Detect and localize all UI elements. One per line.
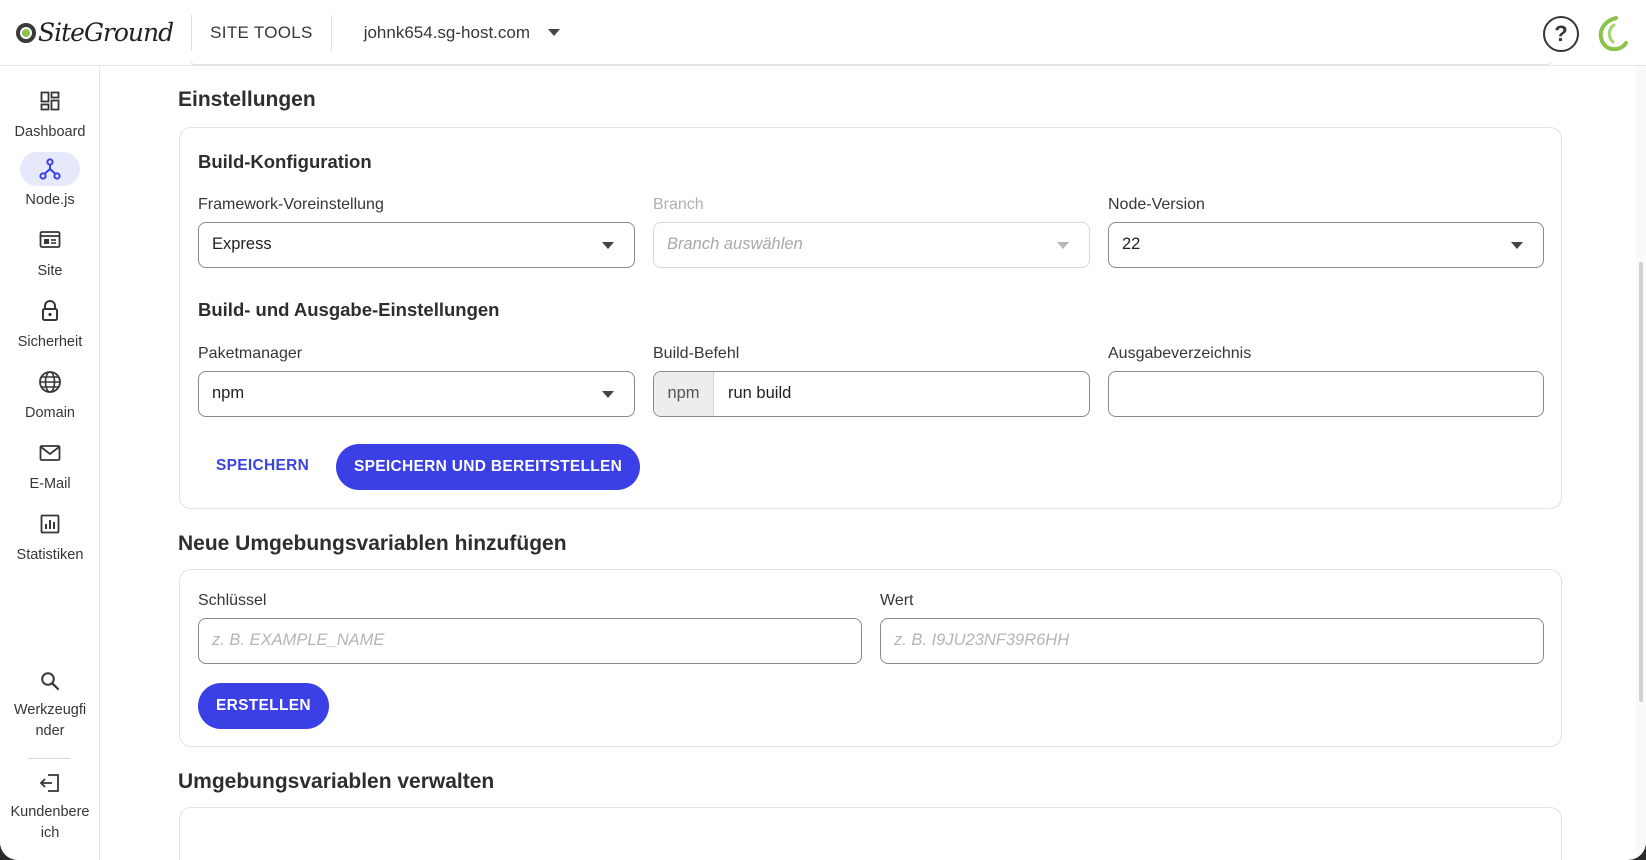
package-manager-label: Paketmanager	[198, 345, 303, 362]
save-and-deploy-button[interactable]: SPEICHERN UND BEREITSTELLEN	[336, 444, 641, 490]
exit-icon	[39, 774, 59, 792]
site-tools-label: SITE TOOLS	[192, 14, 332, 51]
build-command-input[interactable]: npm run build	[653, 371, 1090, 417]
build-command-prefix: npm	[654, 372, 714, 416]
sidebar-item-domain[interactable]: Domain	[0, 365, 100, 424]
lock-icon	[42, 300, 58, 321]
sidebar-item-label: E-Mail	[29, 476, 71, 492]
sidebar-item-dashboard[interactable]: Dashboard	[0, 84, 100, 143]
sidebar-item-label: Werkzeugfi nder	[13, 702, 87, 739]
brand-swirl-icon[interactable]	[1594, 15, 1630, 53]
env-add-title: Neue Umgebungsvariablen hinzufügen	[178, 532, 567, 555]
branch-label: Branch	[653, 196, 704, 213]
sidebar-item-email[interactable]: E-Mail	[0, 436, 100, 495]
search-icon	[41, 672, 60, 691]
build-output-title: Build- und Ausgabe-Einstellungen	[198, 299, 500, 320]
sidebar: Dashboard Node.js Site Sicherheit Domain…	[0, 66, 100, 860]
node-version-label: Node-Version	[1108, 196, 1205, 213]
save-button[interactable]: SPEICHERN	[198, 444, 327, 488]
chevron-down-icon	[602, 242, 614, 249]
settings-title: Einstellungen	[178, 88, 316, 111]
sidebar-item-label: Statistiken	[16, 547, 84, 563]
build-config-title: Build-Konfiguration	[198, 151, 372, 172]
build-command-label: Build-Befehl	[653, 345, 740, 362]
value-input[interactable]: z. B. I9JU23NF39R6HH	[880, 618, 1544, 664]
framework-select[interactable]: Express	[198, 222, 635, 268]
env-manage-card	[179, 807, 1562, 860]
chevron-down-icon	[548, 29, 561, 36]
env-manage-title: Umgebungsvariablen verwalten	[178, 770, 495, 793]
sidebar-item-label: Sicherheit	[17, 334, 83, 350]
help-button[interactable]: ?	[1543, 16, 1579, 52]
framework-value: Express	[212, 235, 272, 253]
sidebar-item-label: Site	[37, 263, 63, 279]
branch-select[interactable]: Branch auswählen	[653, 222, 1090, 268]
sidebar-item-site[interactable]: Site	[0, 223, 100, 282]
app-window: SiteGround SITE TOOLS johnk654.sg-host.c…	[0, 0, 1646, 860]
scrollbar-thumb[interactable]	[1639, 262, 1643, 702]
sidebar-item-label: Dashboard	[14, 124, 86, 140]
mail-icon	[39, 445, 61, 461]
node-version-select[interactable]: 22	[1108, 222, 1544, 268]
site-icon	[39, 231, 61, 248]
sidebar-item-tool-finder[interactable]: Werkzeugfi nder	[0, 664, 100, 742]
sidebar-item-statistics[interactable]: Statistiken	[0, 507, 100, 566]
value-label: Wert	[880, 592, 914, 609]
package-manager-select[interactable]: npm	[198, 371, 635, 417]
sidebar-item-security[interactable]: Sicherheit	[0, 294, 100, 353]
package-manager-value: npm	[212, 384, 245, 402]
domain-name: johnk654.sg-host.com	[363, 22, 531, 42]
stats-icon	[40, 514, 60, 534]
sidebar-item-label: Domain	[25, 405, 75, 421]
key-input[interactable]: z. B. EXAMPLE_NAME	[198, 618, 862, 664]
output-dir-input[interactable]	[1108, 371, 1544, 417]
chevron-down-icon	[602, 391, 614, 398]
sidebar-item-client-area[interactable]: Kundenbere ich	[0, 766, 100, 844]
siteground-logo[interactable]: SiteGround	[16, 14, 193, 51]
sidebar-item-nodejs[interactable]: Node.js	[0, 152, 100, 211]
output-dir-label: Ausgabeverzeichnis	[1108, 345, 1252, 362]
env-add-card: Schlüssel z. B. EXAMPLE_NAME Wert z. B. …	[179, 569, 1562, 747]
sidebar-divider	[28, 758, 70, 759]
dashboard-icon	[40, 91, 60, 111]
previous-card-edge	[190, 60, 1552, 66]
branch-placeholder: Branch auswählen	[667, 235, 803, 253]
settings-card: Build-Konfiguration Framework-Voreinstel…	[179, 127, 1562, 509]
logo-mark-icon	[16, 22, 36, 43]
build-command-value: run build	[728, 384, 792, 402]
chevron-down-icon	[1511, 242, 1523, 249]
sidebar-item-label: Node.js	[25, 192, 75, 208]
globe-icon	[39, 371, 61, 393]
node-version-value: 22	[1122, 235, 1141, 253]
create-button[interactable]: ERSTELLEN	[198, 683, 329, 729]
sidebar-item-label: Kundenbere ich	[10, 804, 90, 841]
top-bar: SiteGround SITE TOOLS johnk654.sg-host.c…	[0, 0, 1646, 66]
framework-label: Framework-Voreinstellung	[198, 196, 384, 213]
chevron-down-icon	[1057, 242, 1069, 249]
domain-selector[interactable]: johnk654.sg-host.com	[363, 22, 561, 43]
logo-text: SiteGround	[38, 18, 174, 47]
nodejs-icon	[39, 158, 61, 180]
key-label: Schlüssel	[198, 592, 267, 609]
